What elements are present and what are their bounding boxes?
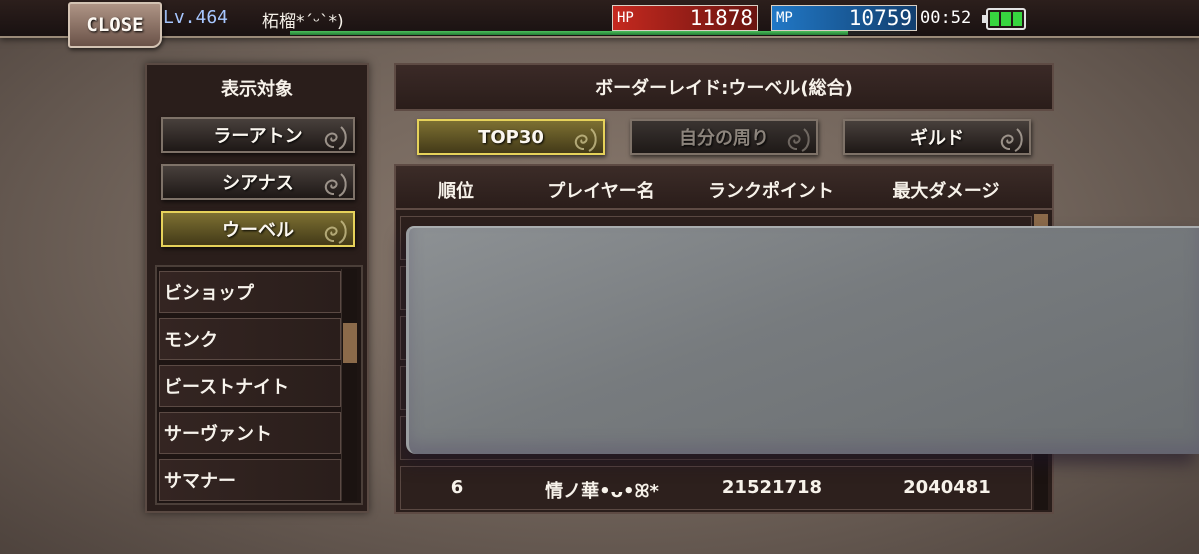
target-button-label: シアナス xyxy=(222,173,294,194)
target-button-label: ラーアトン xyxy=(213,126,303,147)
close-button[interactable]: CLOSE xyxy=(68,2,162,48)
mp-label: MP xyxy=(776,10,793,26)
exp-bar-fill xyxy=(290,31,848,35)
class-item-servant[interactable]: サーヴァント xyxy=(159,412,341,454)
player-name: 柘榴*´ᵕ`*) xyxy=(262,12,344,32)
hp-gauge: HP 11878 xyxy=(612,5,758,31)
class-list-scrollbar[interactable] xyxy=(341,269,357,501)
class-item-monk[interactable]: モンク xyxy=(159,318,341,360)
ranking-table-header: 順位 プレイヤー名 ランクポイント 最大ダメージ xyxy=(396,166,1052,210)
tab-label: TOP30 xyxy=(478,126,544,148)
class-item-summoner[interactable]: サマナー xyxy=(159,459,341,501)
tab-guild[interactable]: ギルド xyxy=(843,119,1031,155)
exp-bar xyxy=(290,31,910,35)
status-bar: Lv.464 柘榴*´ᵕ`*) HP 11878 MP 10759 00:52 xyxy=(0,0,1199,38)
clock: 00:52 xyxy=(920,8,972,28)
swirl-ornament-icon xyxy=(1000,128,1023,152)
tab-top30[interactable]: TOP30 xyxy=(417,119,605,155)
row-max-damage: 2040481 xyxy=(903,477,991,498)
mp-value: 10759 xyxy=(848,6,912,30)
mp-gauge: MP 10759 xyxy=(771,5,917,31)
class-list[interactable]: ビショップ モンク ビーストナイト サーヴァント サマナー xyxy=(155,265,363,505)
player-level: Lv.464 xyxy=(163,7,229,28)
raid-title: ボーダーレイド:ウーベル(総合) xyxy=(394,63,1054,111)
swirl-ornament-icon xyxy=(324,220,347,244)
target-button-raaton[interactable]: ラーアトン xyxy=(161,117,355,153)
battery-cell xyxy=(1001,12,1011,26)
target-button-shianas[interactable]: シアナス xyxy=(161,164,355,200)
row-rank-points: 21521718 xyxy=(721,477,823,498)
column-header-max-damage: 最大ダメージ xyxy=(892,181,1000,202)
target-button-label: ウーベル xyxy=(222,220,294,241)
hp-label: HP xyxy=(617,10,634,26)
class-list-scroll-thumb[interactable] xyxy=(343,323,357,363)
column-header-rank: 順位 xyxy=(438,181,474,202)
tab-around-me[interactable]: 自分の周り xyxy=(630,119,818,155)
hp-value: 11878 xyxy=(689,6,753,30)
swirl-ornament-icon xyxy=(324,126,347,150)
swirl-ornament-icon xyxy=(324,173,347,197)
table-row[interactable]: 6 情ノ華•ᴗ•ꕤ* 21521718 2040481 xyxy=(400,466,1032,510)
row-rank: 6 xyxy=(450,477,464,498)
target-button-uberu[interactable]: ウーベル xyxy=(161,211,355,247)
swirl-ornament-icon xyxy=(574,128,597,152)
tab-label: ギルド xyxy=(910,128,964,149)
column-header-player: プレイヤー名 xyxy=(547,181,655,202)
target-panel-title: 表示対象 xyxy=(221,79,293,100)
swirl-ornament-icon xyxy=(787,128,810,152)
battery-cell xyxy=(990,12,1000,26)
class-item-bishop[interactable]: ビショップ xyxy=(159,271,341,313)
battery-cell xyxy=(1012,12,1022,26)
column-header-rank-points: ランクポイント xyxy=(708,181,834,202)
class-item-beast-knight[interactable]: ビーストナイト xyxy=(159,365,341,407)
target-panel: 表示対象 ラーアトン シアナス ウーベル ビショップ モンク ビーストナイト サ… xyxy=(145,63,369,513)
battery-icon xyxy=(982,8,1026,30)
tab-label: 自分の周り xyxy=(679,128,769,149)
row-player-name: 情ノ華•ᴗ•ꕤ* xyxy=(545,481,659,502)
screen-obstruction xyxy=(406,226,1199,454)
